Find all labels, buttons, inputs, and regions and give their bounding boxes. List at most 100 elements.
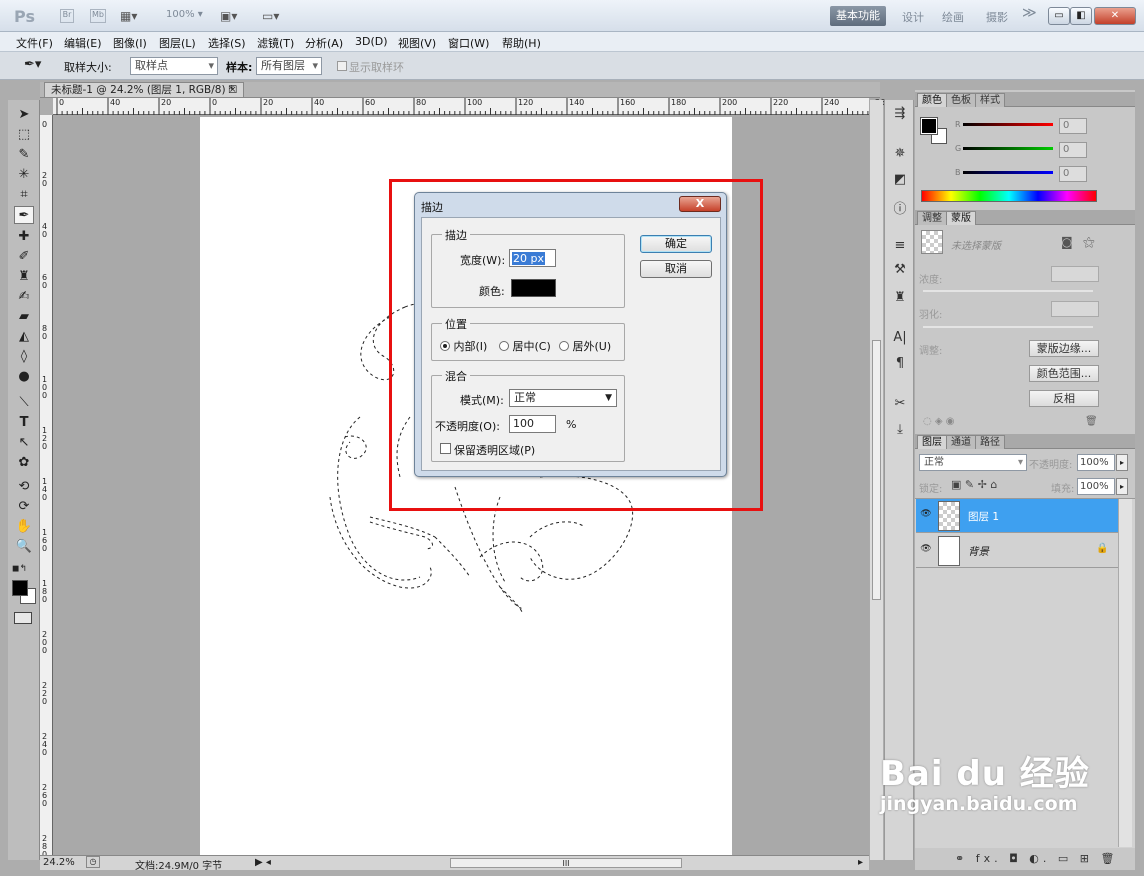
workspace-design[interactable]: 设计 <box>902 9 924 25</box>
vector-mask-icon[interactable]: ⚝ <box>1083 235 1095 250</box>
healing-brush-tool-icon[interactable]: ✚ <box>14 228 34 246</box>
zoom-tool-icon[interactable]: 🔍 <box>14 538 34 556</box>
history-brush-tool-icon[interactable]: ✍ <box>14 288 34 306</box>
blur-tool-icon[interactable]: ◊ <box>14 348 34 366</box>
layer-visibility-icon[interactable]: 👁 <box>920 509 932 521</box>
layers-footer-icons[interactable]: ⚭ fx. ◘ ◐. ▭ ⊞ 🗑 <box>955 852 1118 865</box>
menu-select[interactable]: 选择(S) <box>208 35 246 51</box>
eyedropper-tool-icon[interactable]: ✒ <box>14 206 34 224</box>
lock-icons[interactable]: ▣ ✎ ✢ ⌂ <box>951 478 997 491</box>
path-select-tool-icon[interactable]: ↖ <box>14 434 34 452</box>
scroll-right-arrow-icon[interactable]: ▸ <box>858 857 863 868</box>
show-ring-checkbox[interactable] <box>337 61 347 71</box>
tab-channels[interactable]: 通道 <box>946 435 976 449</box>
close-window-button[interactable]: ✕ <box>1094 7 1136 25</box>
position-inside-radio[interactable]: 内部(I) <box>440 338 487 354</box>
density-input[interactable] <box>1051 266 1099 282</box>
menu-view[interactable]: 视图(V) <box>398 35 436 51</box>
3d-rotate-tool-icon[interactable]: ⟲ <box>14 478 34 496</box>
history-icon[interactable]: ⇶ <box>891 106 909 124</box>
feather-slider[interactable] <box>923 326 1093 328</box>
move-tool-icon[interactable]: ➤ <box>14 106 34 124</box>
mini-bridge-icon[interactable]: Mb <box>90 9 106 23</box>
menu-layer[interactable]: 图层(L) <box>159 35 196 51</box>
position-center-radio[interactable]: 居中(C) <box>499 338 551 354</box>
histogram-icon[interactable]: ◩ <box>891 172 909 190</box>
type-tool-icon[interactable]: T <box>14 414 34 432</box>
menu-file[interactable]: 文件(F) <box>16 35 53 51</box>
width-input[interactable]: 20 px <box>509 249 556 267</box>
restore-button[interactable]: ◧ <box>1070 7 1092 25</box>
view-extras-icon[interactable]: ▦▾ <box>120 9 137 23</box>
tab-masks[interactable]: 蒙版 <box>946 211 976 225</box>
bridge-icon[interactable]: Br <box>60 9 74 23</box>
status-menu-arrow-icon[interactable]: ▶ ◂ <box>255 857 271 868</box>
blue-value[interactable]: 0 <box>1059 166 1087 182</box>
paint-bucket-tool-icon[interactable]: ◭ <box>14 328 34 346</box>
tab-color[interactable]: 颜色 <box>917 93 947 107</box>
menu-3d[interactable]: 3D(D) <box>355 35 388 48</box>
menu-filter[interactable]: 滤镜(T) <box>257 35 294 51</box>
vertical-scroll-thumb[interactable] <box>872 340 881 600</box>
ok-button[interactable]: 确定 <box>640 235 712 253</box>
sample-size-select[interactable]: 取样点 ▾ <box>130 57 218 75</box>
minimize-button[interactable]: ▭ <box>1048 7 1070 25</box>
character-icon[interactable]: A| <box>891 330 909 348</box>
tools-3d-icon[interactable]: ✂ <box>891 396 909 414</box>
status-info-icon[interactable]: ◷ <box>86 856 100 868</box>
tool-presets-icon[interactable]: ⚒ <box>891 262 909 280</box>
quick-select-tool-icon[interactable]: ✳ <box>14 166 34 184</box>
paragraph-icon[interactable]: ¶ <box>891 356 909 374</box>
eraser-tool-icon[interactable]: ▰ <box>14 308 34 326</box>
sample-select[interactable]: 所有图层 ▾ <box>256 57 322 75</box>
actions-icon[interactable]: ⤓ <box>891 422 909 440</box>
default-colors-icon[interactable]: ◼↰ <box>12 564 27 574</box>
close-document-icon[interactable]: ☒ <box>228 83 237 97</box>
marquee-tool-icon[interactable]: ⬚ <box>14 126 34 144</box>
opacity-arrow-icon[interactable]: ▸ <box>1116 454 1128 471</box>
clone-source-icon[interactable]: ♜ <box>891 290 909 308</box>
preserve-transparency-checkbox[interactable] <box>440 443 451 454</box>
menu-window[interactable]: 窗口(W) <box>448 35 489 51</box>
arrange-documents-icon[interactable]: ▣▾ <box>220 9 237 23</box>
red-slider[interactable] <box>963 123 1053 126</box>
eyedropper-preset-icon[interactable]: ✒▾ <box>24 57 41 72</box>
layer-opacity-input[interactable]: 100% <box>1077 454 1115 471</box>
position-outside-radio[interactable]: 居外(U) <box>559 338 611 354</box>
navigator-icon[interactable]: ✵ <box>891 146 909 164</box>
info-icon[interactable]: ⓘ <box>891 198 909 217</box>
crop-tool-icon[interactable]: ⌗ <box>14 186 34 204</box>
mask-edge-button[interactable]: 蒙版边缘... <box>1029 340 1099 357</box>
mode-select[interactable]: 正常 ▼ <box>509 389 617 407</box>
feather-input[interactable] <box>1051 301 1099 317</box>
tab-paths[interactable]: 路径 <box>975 435 1005 449</box>
clone-stamp-tool-icon[interactable]: ♜ <box>14 268 34 286</box>
mask-delete-icon[interactable]: 🗑 <box>1085 416 1098 427</box>
horizontal-scroll-thumb[interactable]: III <box>450 858 682 868</box>
hand-tool-icon[interactable]: ✋ <box>14 518 34 536</box>
mask-footer-icons[interactable]: ◌ ◈ ◉ <box>923 416 955 427</box>
tab-styles[interactable]: 样式 <box>975 93 1005 107</box>
menu-image[interactable]: 图像(I) <box>113 35 147 51</box>
pixel-mask-icon[interactable]: ◙ <box>1061 235 1073 249</box>
blue-slider[interactable] <box>963 171 1053 174</box>
brush-tool-icon[interactable]: ✐ <box>14 248 34 266</box>
layers-scrollbar[interactable] <box>1118 499 1132 847</box>
tab-swatches[interactable]: 色板 <box>946 93 976 107</box>
menu-edit[interactable]: 编辑(E) <box>64 35 102 51</box>
layer-row-background[interactable]: 👁 背景 🔒 <box>916 534 1118 568</box>
layer-name[interactable]: 图层 1 <box>968 509 999 524</box>
fill-input[interactable]: 100% <box>1077 478 1115 495</box>
tab-layers[interactable]: 图层 <box>917 435 947 449</box>
color-ramp[interactable] <box>921 190 1097 202</box>
zoom-dropdown[interactable]: 100% ▾ <box>166 9 203 23</box>
color-range-button[interactable]: 颜色范围... <box>1029 365 1099 382</box>
dialog-close-button[interactable]: X <box>679 196 721 212</box>
layer-row-1[interactable]: 👁 图层 1 <box>916 499 1118 533</box>
layer-name[interactable]: 背景 <box>968 544 989 559</box>
quick-mask-icon[interactable] <box>14 612 32 624</box>
blend-mode-select[interactable]: 正常 ▾ <box>919 454 1027 471</box>
workspace-basic[interactable]: 基本功能 <box>830 6 886 26</box>
dodge-tool-icon[interactable]: ● <box>14 368 34 386</box>
cancel-button[interactable]: 取消 <box>640 260 712 278</box>
